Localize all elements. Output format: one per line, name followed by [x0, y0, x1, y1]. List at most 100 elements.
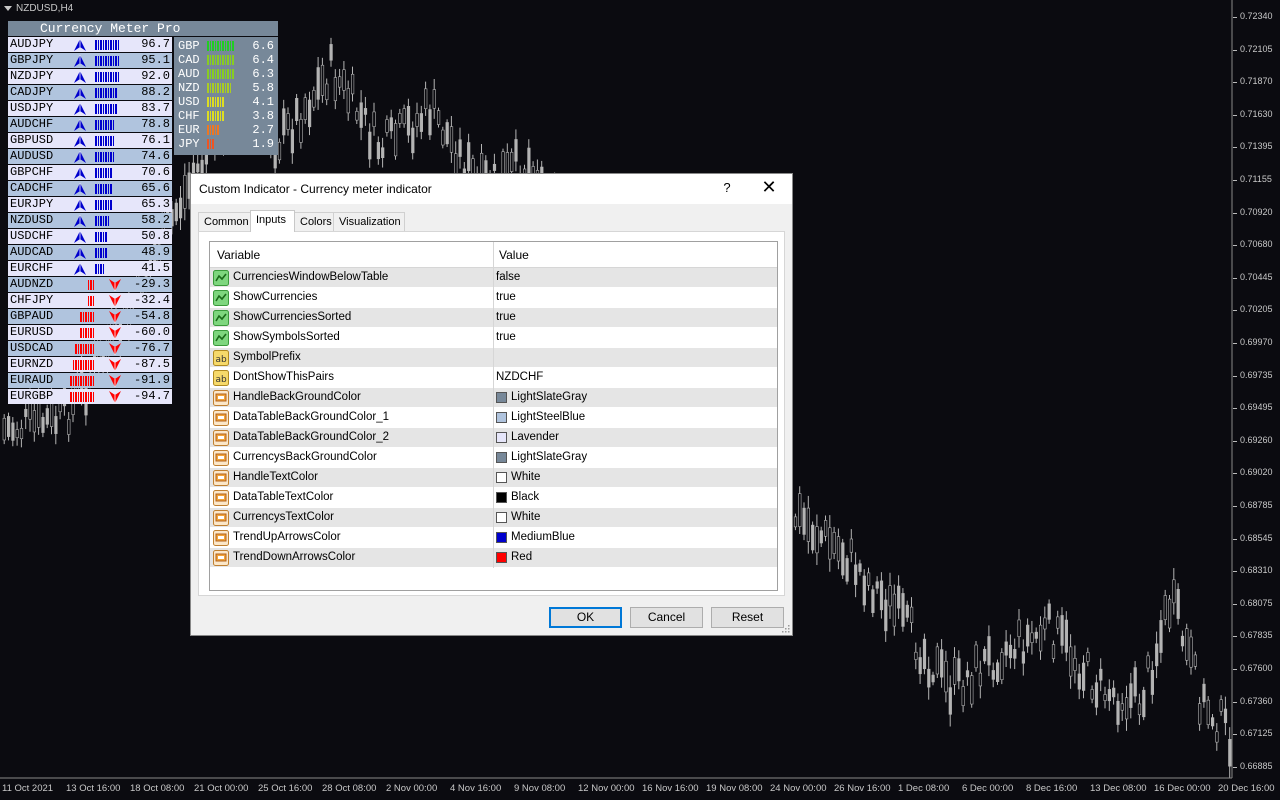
pair-row[interactable]: AUDUSD 74.6 — [8, 149, 172, 164]
currency-row[interactable]: GBP 6.6 — [176, 39, 276, 53]
pair-row[interactable]: AUDCAD 48.9 — [8, 245, 172, 260]
currency-row[interactable]: EUR 2.7 — [176, 123, 276, 137]
color-swatch[interactable] — [496, 512, 507, 523]
color-swatch[interactable] — [496, 472, 507, 483]
pair-row[interactable]: EURAUD -91.9 — [8, 373, 172, 388]
variable-value[interactable]: true — [496, 331, 516, 343]
variable-value[interactable]: true — [496, 291, 516, 303]
pair-row[interactable]: EURUSD -60.0 — [8, 325, 172, 340]
pair-row[interactable]: AUDNZD -29.3 — [8, 277, 172, 292]
pair-row[interactable]: CHFJPY -32.4 — [8, 293, 172, 308]
pair-row[interactable]: USDCAD -76.7 — [8, 341, 172, 356]
pair-row[interactable]: AUDCHF 78.8 — [8, 117, 172, 132]
price-tick-mark — [1233, 375, 1237, 377]
color-swatch[interactable] — [496, 492, 507, 503]
price-label: 0.67600 — [1240, 663, 1273, 673]
color-swatch[interactable] — [496, 392, 507, 403]
pair-row[interactable]: NZDUSD 58.2 — [8, 213, 172, 228]
currency-row[interactable]: CHF 3.8 — [176, 109, 276, 123]
pair-row[interactable]: NZDJPY 92.0 — [8, 69, 172, 84]
input-row[interactable]: CurrencysTextColor White — [210, 508, 777, 528]
strength-bars — [80, 328, 94, 338]
pair-row[interactable]: EURCHF 41.5 — [8, 261, 172, 276]
resize-grip-icon[interactable] — [782, 625, 790, 633]
cancel-button[interactable]: Cancel — [630, 607, 703, 628]
trend-down-arrow-icon — [109, 359, 121, 371]
cell-divider — [493, 268, 494, 288]
candle-body — [1034, 631, 1038, 639]
candle-body — [1060, 615, 1064, 646]
pair-row[interactable]: GBPUSD 76.1 — [8, 133, 172, 148]
close-icon[interactable]: ✕ — [759, 177, 779, 198]
variable-value[interactable]: false — [496, 271, 520, 283]
help-button[interactable]: ? — [719, 180, 735, 195]
currency-row[interactable]: USD 4.1 — [176, 95, 276, 109]
input-row[interactable]: TrendUpArrowsColor MediumBlue — [210, 528, 777, 548]
pair-row[interactable]: CADCHF 65.6 — [8, 181, 172, 196]
input-row[interactable]: CurrencysBackGroundColor LightSlateGray — [210, 448, 777, 468]
price-tick-mark — [1233, 343, 1237, 344]
input-row[interactable]: ShowCurrenciesSorted true — [210, 308, 777, 328]
tab-colors[interactable]: Colors — [294, 212, 334, 231]
candle-body — [406, 105, 411, 136]
pair-row[interactable]: USDCHF 50.8 — [8, 229, 172, 244]
input-row[interactable]: CurrenciesWindowBelowTable false — [210, 268, 777, 288]
input-row[interactable]: TrendDownArrowsColor Red — [210, 548, 777, 568]
color-swatch[interactable] — [496, 412, 507, 423]
variable-value[interactable]: true — [496, 311, 516, 323]
tab-visualization[interactable]: Visualization — [333, 212, 405, 231]
variable-value[interactable]: NZDCHF — [496, 371, 543, 383]
variable-value[interactable]: Black — [511, 491, 539, 503]
color-swatch[interactable] — [496, 432, 507, 443]
input-row[interactable]: ShowCurrencies true — [210, 288, 777, 308]
column-header-value[interactable]: Value — [499, 248, 529, 262]
pair-row[interactable]: EURNZD -87.5 — [8, 357, 172, 372]
color-swatch[interactable] — [496, 452, 507, 463]
variable-value[interactable]: LightSlateGray — [511, 451, 587, 463]
input-row[interactable]: DataTableBackGroundColor_2 Lavender — [210, 428, 777, 448]
reset-button[interactable]: Reset — [711, 607, 784, 628]
pair-row[interactable]: EURJPY 65.3 — [8, 197, 172, 212]
currency-row[interactable]: CAD 6.4 — [176, 53, 276, 67]
variable-value[interactable]: LightSteelBlue — [511, 411, 585, 423]
color-swatch[interactable] — [496, 552, 507, 563]
pair-row[interactable]: USDJPY 83.7 — [8, 101, 172, 116]
pair-row[interactable]: AUDJPY 96.7 — [8, 37, 172, 52]
input-row[interactable]: HandleTextColor White — [210, 468, 777, 488]
input-row[interactable]: HandleBackGroundColor LightSlateGray — [210, 388, 777, 408]
candle-body — [1008, 644, 1013, 659]
input-row[interactable]: ab SymbolPrefix — [210, 348, 777, 368]
variable-value[interactable]: MediumBlue — [511, 531, 575, 543]
tab-common[interactable]: Common — [198, 212, 251, 231]
pair-row[interactable]: GBPCHF 70.6 — [8, 165, 172, 180]
input-row[interactable]: ab DontShowThisPairs NZDCHF — [210, 368, 777, 388]
pair-row[interactable]: GBPAUD -54.8 — [8, 309, 172, 324]
pair-row[interactable]: GBPJPY 95.1 — [8, 53, 172, 68]
meter-title[interactable]: Currency Meter Pro — [8, 21, 278, 36]
pair-row[interactable]: CADJPY 88.2 — [8, 85, 172, 100]
candle-body — [1219, 699, 1223, 712]
variable-value[interactable]: LightSlateGray — [511, 391, 587, 403]
variable-value[interactable]: White — [511, 471, 540, 483]
column-divider[interactable] — [493, 242, 494, 267]
currency-row[interactable]: NZD 5.8 — [176, 81, 276, 95]
input-row[interactable]: ShowSymbolsSorted true — [210, 328, 777, 348]
time-label: 13 Dec 08:00 — [1090, 783, 1147, 794]
candle-body — [32, 410, 36, 433]
variable-value[interactable]: White — [511, 511, 540, 523]
ok-button[interactable]: OK — [549, 607, 622, 628]
input-row[interactable]: DataTableTextColor Black — [210, 488, 777, 508]
color-swatch[interactable] — [496, 532, 507, 543]
chart-menu-triangle-icon[interactable] — [4, 5, 12, 11]
pair-symbol: GBPUSD — [10, 133, 54, 147]
currency-row[interactable]: JPY 1.9 — [176, 137, 276, 151]
input-row[interactable]: DataTableBackGroundColor_1 LightSteelBlue — [210, 408, 777, 428]
column-header-variable[interactable]: Variable — [217, 248, 260, 262]
dialog-titlebar[interactable]: Custom Indicator - Currency meter indica… — [191, 174, 792, 204]
tab-inputs[interactable]: Inputs — [250, 210, 295, 232]
pair-symbol: EURUSD — [10, 325, 54, 339]
currency-row[interactable]: AUD 6.3 — [176, 67, 276, 81]
variable-value[interactable]: Red — [511, 551, 532, 563]
variable-value[interactable]: Lavender — [511, 431, 559, 443]
pair-row[interactable]: EURGBP -94.7 — [8, 389, 172, 404]
